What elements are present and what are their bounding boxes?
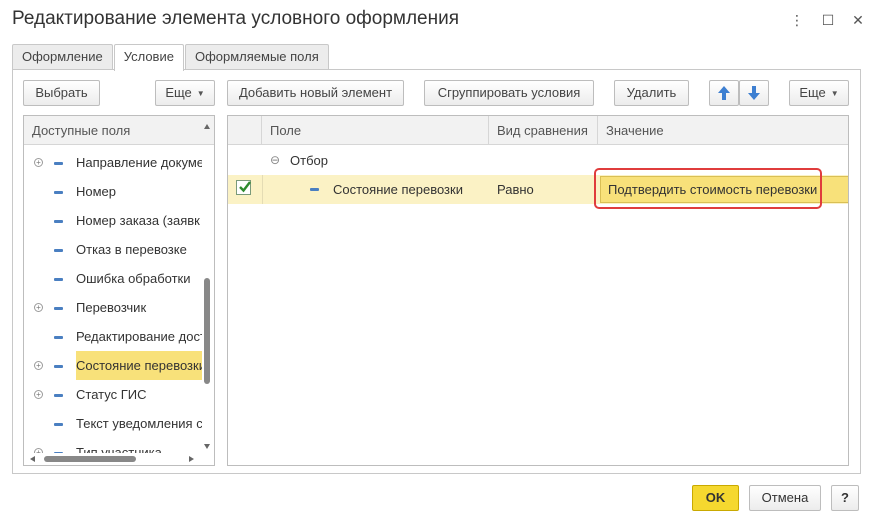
- ok-button[interactable]: OK: [692, 485, 739, 511]
- row-comparison: Равно: [497, 182, 534, 197]
- list-item-label: Номер заказа (заявк: [76, 213, 200, 228]
- arrow-up-icon: [718, 86, 730, 100]
- list-item[interactable]: + Статус ГИС: [24, 380, 214, 409]
- list-item-label: Ошибка обработки: [76, 271, 191, 286]
- list-item[interactable]: Номер: [24, 177, 214, 206]
- list-item-label: Текст уведомления с: [76, 416, 202, 431]
- add-element-button[interactable]: Добавить новый элемент: [227, 80, 404, 106]
- scroll-up-icon[interactable]: [204, 124, 210, 129]
- list-item-label: Тип участника: [76, 445, 162, 454]
- tab-appearance[interactable]: Оформление: [12, 44, 113, 70]
- maximize-icon[interactable]: ☐: [818, 10, 838, 30]
- checkbox-column-header: [228, 116, 262, 145]
- tab-condition[interactable]: Условие: [113, 44, 184, 71]
- field-icon: [54, 162, 63, 165]
- row-checkbox[interactable]: [236, 180, 251, 195]
- column-header-value[interactable]: Значение: [598, 116, 848, 145]
- group-row-label: Отбор: [290, 153, 328, 168]
- row-field: Состояние перевозки: [333, 182, 463, 197]
- list-item[interactable]: Ошибка обработки: [24, 264, 214, 293]
- scroll-right-icon[interactable]: [189, 456, 194, 462]
- field-icon: [54, 336, 63, 339]
- list-item[interactable]: + Направление докуме: [24, 148, 214, 177]
- close-icon[interactable]: ✕: [848, 10, 868, 30]
- left-more-button[interactable]: Еще ▼: [155, 80, 215, 106]
- cancel-button[interactable]: Отмена: [749, 485, 821, 511]
- more-menu-icon[interactable]: ⋮: [787, 10, 807, 30]
- select-button[interactable]: Выбрать: [23, 80, 100, 106]
- field-icon: [54, 365, 63, 368]
- list-item[interactable]: Отказ в перевозке: [24, 235, 214, 264]
- scroll-thumb[interactable]: [204, 278, 210, 384]
- expand-icon[interactable]: +: [34, 361, 43, 370]
- chevron-down-icon: ▼: [830, 88, 839, 98]
- field-icon: [54, 220, 63, 223]
- field-icon: [54, 191, 63, 194]
- expand-icon[interactable]: +: [34, 303, 43, 312]
- tab-formatted-fields[interactable]: Оформляемые поля: [184, 44, 329, 70]
- scroll-left-icon[interactable]: [30, 456, 35, 462]
- field-icon: [54, 423, 63, 426]
- list-item-label: Состояние перевозки: [76, 351, 202, 380]
- condition-panel: Выбрать Еще ▼ Доступные поля + Направлени…: [12, 69, 861, 474]
- list-item-selected[interactable]: + Состояние перевозки: [24, 351, 214, 380]
- list-item-label: Отказ в перевозке: [76, 242, 187, 257]
- move-down-button[interactable]: [739, 80, 769, 106]
- vertical-scrollbar[interactable]: [202, 116, 212, 465]
- list-item-label: Редактирование дост: [76, 329, 202, 344]
- list-item-label: Номер: [76, 184, 117, 199]
- right-more-button[interactable]: Еще ▼: [789, 80, 849, 106]
- list-item-label: Направление докуме: [76, 155, 202, 170]
- available-fields-header: Доступные поля: [24, 116, 214, 145]
- available-fields-list[interactable]: Доступные поля + Направление докуме Номе…: [23, 115, 215, 466]
- field-icon: [54, 278, 63, 281]
- field-icon: [310, 188, 319, 191]
- list-item[interactable]: + Тип участника: [24, 438, 214, 454]
- field-icon: [54, 307, 63, 310]
- help-button[interactable]: ?: [831, 485, 859, 511]
- scroll-down-icon[interactable]: [204, 444, 210, 449]
- window-title: Редактирование элемента условного оформл…: [12, 8, 460, 29]
- checkmark-icon: [239, 181, 251, 193]
- horizontal-scrollbar[interactable]: [24, 453, 214, 465]
- left-more-label: Еще: [165, 85, 192, 100]
- column-header-comparison[interactable]: Вид сравнения: [489, 116, 598, 145]
- right-more-label: Еще: [799, 85, 826, 100]
- column-header-field[interactable]: Поле: [262, 116, 489, 145]
- group-conditions-button[interactable]: Сгруппировать условия: [424, 80, 594, 106]
- list-item[interactable]: Текст уведомления с: [24, 409, 214, 438]
- delete-button[interactable]: Удалить: [614, 80, 689, 106]
- tab-bar: Оформление Условие Оформляемые поля: [12, 44, 330, 71]
- list-item-label: Перевозчик: [76, 300, 147, 315]
- list-item[interactable]: + Перевозчик: [24, 293, 214, 322]
- highlight-frame: [594, 168, 822, 209]
- arrow-down-icon: [748, 86, 760, 100]
- list-item[interactable]: Номер заказа (заявк: [24, 206, 214, 235]
- scroll-thumb-horizontal[interactable]: [44, 456, 136, 462]
- expand-icon[interactable]: +: [34, 158, 43, 167]
- field-icon: [54, 249, 63, 252]
- chevron-down-icon: ▼: [196, 88, 205, 98]
- list-item[interactable]: Редактирование дост: [24, 322, 214, 351]
- collapse-icon[interactable]: ⊖: [270, 146, 280, 175]
- expand-icon[interactable]: +: [34, 390, 43, 399]
- list-item-label: Статус ГИС: [76, 387, 147, 402]
- field-icon: [54, 394, 63, 397]
- move-up-button[interactable]: [709, 80, 739, 106]
- cell-divider: [262, 175, 263, 204]
